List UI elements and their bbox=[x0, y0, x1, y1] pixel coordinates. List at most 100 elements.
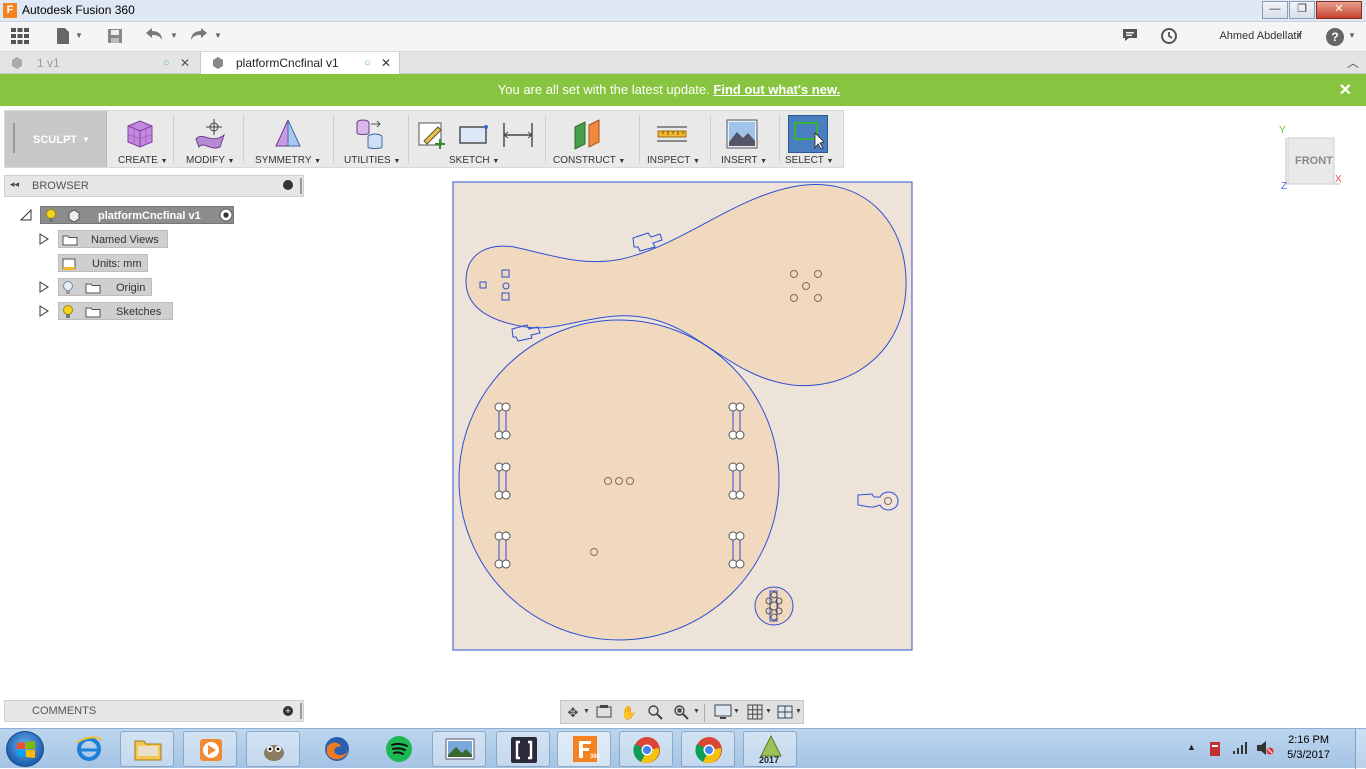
dimension-icon[interactable] bbox=[501, 117, 535, 151]
chevron-down-icon[interactable]: ▼ bbox=[733, 708, 740, 715]
pan-icon[interactable]: ✋ bbox=[619, 704, 639, 721]
undo-icon[interactable] bbox=[143, 27, 165, 47]
expand-triangle-icon[interactable] bbox=[38, 305, 50, 317]
save-icon[interactable] bbox=[104, 27, 126, 47]
inspect-menu[interactable]: INSPECT ▼ bbox=[647, 155, 700, 166]
tab-document-2[interactable]: platformCncfinal v1 ○ ✕ bbox=[200, 52, 400, 74]
construct-plane-icon[interactable] bbox=[571, 117, 605, 151]
select-menu[interactable]: SELECT ▼ bbox=[785, 155, 833, 166]
look-at-icon[interactable] bbox=[594, 704, 614, 721]
browser-item-named-views[interactable]: Named Views bbox=[38, 230, 178, 248]
insert-menu[interactable]: INSERT ▼ bbox=[721, 155, 767, 166]
notifications-icon[interactable] bbox=[1119, 27, 1141, 47]
named-views-node[interactable]: Named Views bbox=[58, 230, 168, 248]
close-banner-icon[interactable]: ✕ bbox=[1339, 80, 1352, 100]
close-tab-icon[interactable]: ✕ bbox=[381, 52, 391, 74]
workspace-switcher[interactable]: SCULPT ▼ bbox=[5, 111, 107, 167]
collapse-panel-icon[interactable]: ◂◂ bbox=[10, 179, 19, 190]
system-clock[interactable]: 2:16 PM 5/3/2017 bbox=[1287, 734, 1330, 761]
chevron-up-icon[interactable]: ︿ bbox=[1347, 54, 1359, 71]
add-comment-icon[interactable]: + bbox=[283, 706, 293, 716]
create-sketch-icon[interactable] bbox=[416, 117, 450, 151]
volume-muted-icon[interactable] bbox=[1256, 740, 1274, 756]
user-name[interactable]: Ahmed Abdellatif bbox=[1219, 30, 1302, 42]
utilities-menu[interactable]: UTILITIES ▼ bbox=[344, 155, 400, 166]
chevron-down-icon[interactable]: ▼ bbox=[693, 708, 700, 715]
taskbar-media-player[interactable] bbox=[183, 731, 237, 767]
insert-image-icon[interactable] bbox=[725, 117, 759, 151]
orbit-icon[interactable]: ✥ bbox=[563, 704, 583, 721]
select-tool-button[interactable] bbox=[788, 115, 828, 153]
create-box-icon[interactable] bbox=[123, 117, 157, 151]
display-icon[interactable] bbox=[713, 704, 733, 721]
apps-grid-icon[interactable] bbox=[9, 27, 31, 47]
symmetry-icon[interactable] bbox=[271, 117, 305, 151]
taskbar-brackets[interactable] bbox=[496, 731, 550, 767]
grid-icon[interactable] bbox=[745, 704, 765, 721]
taskbar-gimp[interactable] bbox=[246, 731, 300, 767]
taskbar-chrome-2[interactable] bbox=[681, 731, 735, 767]
utilities-icon[interactable] bbox=[353, 117, 387, 151]
grip-handle[interactable] bbox=[300, 178, 302, 194]
taskbar-fusion360[interactable]: 360 bbox=[557, 731, 611, 767]
show-desktop-button[interactable] bbox=[1355, 729, 1366, 769]
view-cube[interactable]: FRONT Y X Z bbox=[1279, 125, 1346, 192]
chevron-down-icon[interactable]: ▼ bbox=[583, 708, 590, 715]
zoom-icon[interactable] bbox=[645, 704, 665, 721]
rectangle-icon[interactable] bbox=[457, 117, 491, 151]
browser-item-sketches[interactable]: Sketches bbox=[38, 302, 178, 320]
whats-new-link[interactable]: Find out what's new. bbox=[713, 82, 840, 97]
browser-item-units[interactable]: Units: mm bbox=[58, 254, 148, 272]
taskbar-autodesk-2017[interactable]: 2017 bbox=[743, 731, 797, 767]
expanded-triangle-icon[interactable] bbox=[20, 209, 32, 221]
modify-surface-icon[interactable] bbox=[193, 117, 227, 151]
minimize-panel-icon[interactable] bbox=[283, 180, 293, 190]
history-icon[interactable] bbox=[1158, 27, 1180, 47]
chevron-down-icon[interactable]: ▼ bbox=[214, 31, 222, 41]
grip-handle[interactable] bbox=[300, 703, 302, 719]
security-icon[interactable] bbox=[1207, 740, 1223, 758]
show-hidden-icons-icon[interactable]: ▲ bbox=[1187, 742, 1196, 752]
modify-menu[interactable]: MODIFY ▼ bbox=[186, 155, 234, 166]
expand-triangle-icon[interactable] bbox=[38, 233, 50, 245]
origin-node[interactable]: Origin bbox=[58, 278, 152, 296]
symmetry-menu[interactable]: SYMMETRY ▼ bbox=[255, 155, 321, 166]
sketch-menu[interactable]: SKETCH ▼ bbox=[449, 155, 499, 166]
taskbar-firefox[interactable] bbox=[310, 731, 364, 767]
expand-triangle-icon[interactable] bbox=[38, 281, 50, 293]
help-icon[interactable]: ? bbox=[1326, 28, 1344, 46]
browser-root-row[interactable]: platformCncfinal v1 bbox=[20, 206, 240, 224]
minimize-button[interactable]: — bbox=[1262, 1, 1288, 19]
taskbar-spotify[interactable] bbox=[372, 731, 426, 767]
root-node[interactable]: platformCncfinal v1 bbox=[40, 206, 234, 224]
chevron-down-icon[interactable]: ▼ bbox=[795, 708, 802, 715]
construct-menu[interactable]: CONSTRUCT ▼ bbox=[553, 155, 625, 166]
view-cube-face[interactable]: FRONT bbox=[1295, 155, 1333, 167]
create-menu[interactable]: CREATE ▼ bbox=[118, 155, 168, 166]
taskbar-chrome-1[interactable] bbox=[619, 731, 673, 767]
close-window-button[interactable]: ✕ bbox=[1316, 1, 1362, 19]
viewports-icon[interactable] bbox=[775, 704, 795, 721]
taskbar-ie[interactable] bbox=[62, 731, 116, 767]
chevron-down-icon[interactable]: ▼ bbox=[1348, 31, 1356, 41]
network-icon[interactable] bbox=[1232, 741, 1248, 755]
sketch-canvas[interactable] bbox=[452, 181, 913, 651]
activate-radio-icon[interactable] bbox=[219, 208, 233, 222]
units-node[interactable]: Units: mm bbox=[58, 254, 148, 272]
start-button[interactable] bbox=[6, 731, 44, 767]
measure-icon[interactable] bbox=[655, 117, 689, 151]
tab-document-1[interactable]: 1 v1 ○ ✕ bbox=[0, 52, 200, 74]
file-icon[interactable] bbox=[52, 27, 74, 47]
taskbar-photos[interactable] bbox=[432, 731, 486, 767]
chevron-down-icon[interactable]: ▼ bbox=[75, 31, 83, 41]
chevron-down-icon[interactable]: ▼ bbox=[1295, 31, 1303, 41]
maximize-button[interactable]: ❐ bbox=[1289, 1, 1315, 19]
sketches-node[interactable]: Sketches bbox=[58, 302, 173, 320]
fit-icon[interactable] bbox=[671, 704, 691, 721]
redo-icon[interactable] bbox=[188, 27, 210, 47]
close-tab-icon[interactable]: ✕ bbox=[180, 52, 190, 74]
browser-item-origin[interactable]: Origin bbox=[38, 278, 168, 296]
taskbar-explorer[interactable] bbox=[120, 731, 174, 767]
chevron-down-icon[interactable]: ▼ bbox=[765, 708, 772, 715]
chevron-down-icon[interactable]: ▼ bbox=[170, 31, 178, 41]
